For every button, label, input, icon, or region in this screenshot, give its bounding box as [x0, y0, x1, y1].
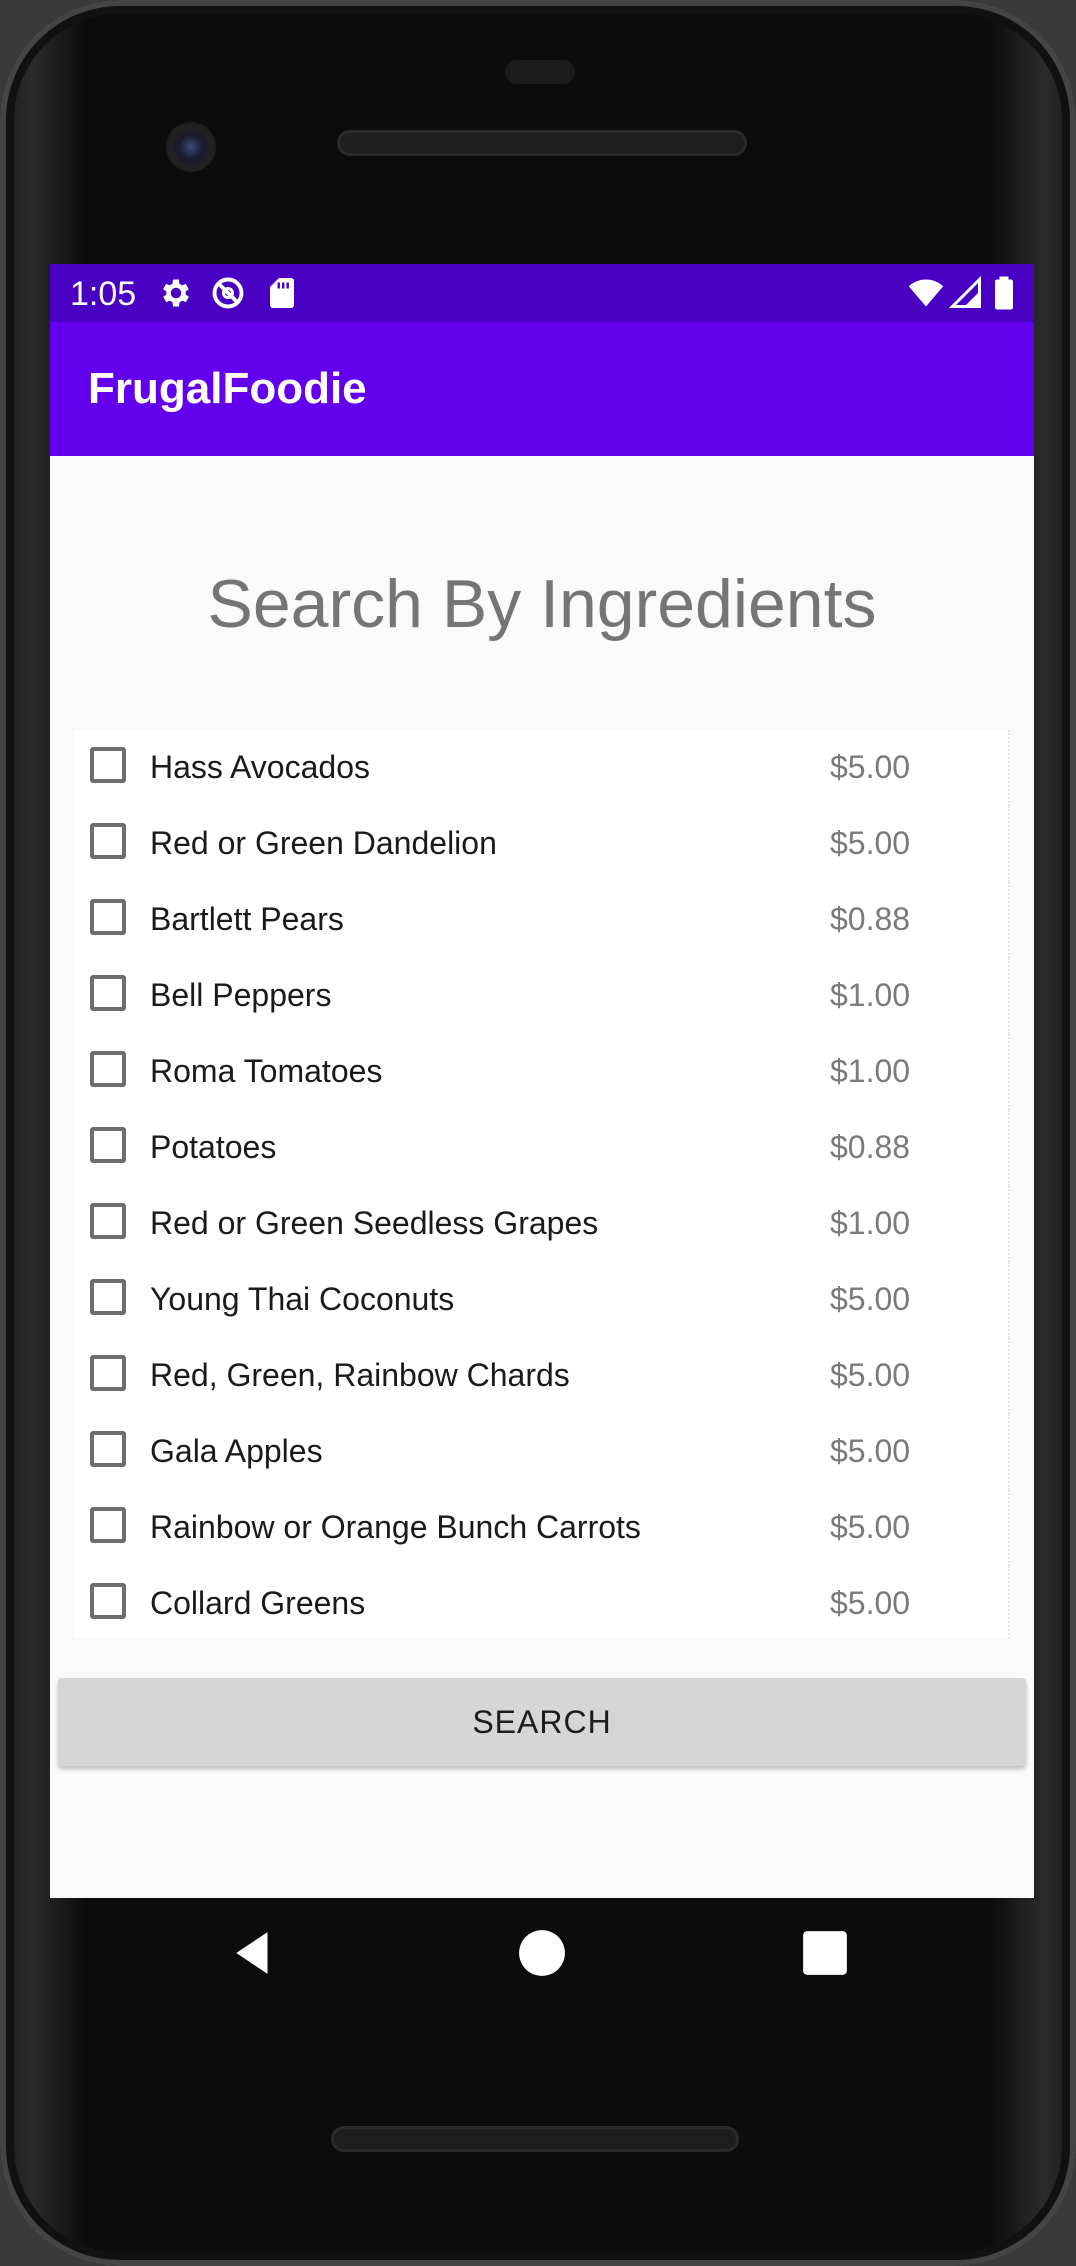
- ingredient-name[interactable]: Hass Avocados: [150, 747, 370, 787]
- ingredient-checkbox[interactable]: [90, 1279, 126, 1315]
- ingredient-price: $1.00: [830, 1053, 911, 1089]
- ingredient-name[interactable]: Red, Green, Rainbow Chards: [150, 1355, 570, 1395]
- ingredient-price: $0.88: [830, 1129, 911, 1165]
- ingredient-price: $1.00: [830, 1205, 911, 1241]
- ingredient-name[interactable]: Roma Tomatoes: [150, 1051, 382, 1091]
- ingredient-row[interactable]: Young Thai Coconuts $5.00: [74, 1262, 1010, 1338]
- ingredient-checkbox[interactable]: [90, 823, 126, 859]
- ingredient-price: $5.00: [830, 1585, 911, 1621]
- ingredient-row[interactable]: Bartlett Pears $0.88: [74, 882, 1010, 958]
- back-icon[interactable]: [230, 1928, 280, 1978]
- ingredient-row[interactable]: Rainbow or Orange Bunch Carrots $5.00: [74, 1490, 1010, 1566]
- ingredient-row[interactable]: Potatoes $0.88: [74, 1110, 1010, 1186]
- ingredient-price: $5.00: [830, 1357, 911, 1393]
- recents-icon[interactable]: [800, 1928, 850, 1978]
- status-bar: 1:05: [50, 264, 1034, 322]
- home-icon[interactable]: [517, 1928, 567, 1978]
- screen: 1:05 FrugalFoodie Search By Ingredients …: [50, 264, 1034, 1898]
- ingredient-name[interactable]: Red or Green Dandelion: [150, 823, 497, 863]
- earpiece-speaker: [337, 130, 747, 156]
- ingredient-price: $5.00: [830, 825, 911, 861]
- ingredient-name[interactable]: Red or Green Seedless Grapes: [150, 1203, 598, 1243]
- ingredient-checkbox[interactable]: [90, 1507, 126, 1543]
- ingredient-price: $5.00: [830, 1433, 911, 1469]
- proximity-sensor: [505, 60, 575, 84]
- ingredient-price: $0.88: [830, 901, 911, 937]
- app-bar: FrugalFoodie: [50, 322, 1034, 456]
- ingredient-checkbox[interactable]: [90, 1583, 126, 1619]
- do-not-disturb-icon: [212, 277, 244, 309]
- ingredient-checkbox[interactable]: [90, 747, 126, 783]
- ingredient-name[interactable]: Collard Greens: [150, 1583, 365, 1623]
- status-time: 1:05: [70, 275, 137, 313]
- ingredient-row[interactable]: Red, Green, Rainbow Chards $5.00: [74, 1338, 1010, 1414]
- bottom-speaker: [331, 2126, 739, 2152]
- ingredient-price: $1.00: [830, 977, 911, 1013]
- ingredient-checkbox[interactable]: [90, 1127, 126, 1163]
- search-button[interactable]: SEARCH: [58, 1678, 1026, 1766]
- ingredient-row[interactable]: Bell Peppers $1.00: [74, 958, 1010, 1034]
- ingredient-row[interactable]: Roma Tomatoes $1.00: [74, 1034, 1010, 1110]
- ingredient-row[interactable]: Hass Avocados $5.00: [74, 730, 1010, 806]
- ingredient-name[interactable]: Potatoes: [150, 1127, 276, 1167]
- ingredient-checkbox[interactable]: [90, 899, 126, 935]
- ingredient-checkbox[interactable]: [90, 1051, 126, 1087]
- gear-icon: [163, 279, 189, 307]
- front-camera-icon: [166, 122, 216, 172]
- phone-frame: 1:05 FrugalFoodie Search By Ingredients …: [0, 0, 1076, 2266]
- app-title: FrugalFoodie: [88, 364, 367, 413]
- wifi-icon: [908, 279, 944, 307]
- ingredient-checkbox[interactable]: [90, 1355, 126, 1391]
- ingredient-price: $5.00: [830, 1281, 911, 1317]
- sd-card-icon: [270, 278, 294, 308]
- ingredient-list[interactable]: Hass Avocados $5.00 Red or Green Dandeli…: [74, 730, 1010, 1638]
- ingredient-checkbox[interactable]: [90, 1431, 126, 1467]
- ingredient-name[interactable]: Young Thai Coconuts: [150, 1279, 454, 1319]
- ingredient-row[interactable]: Red or Green Dandelion $5.00: [74, 806, 1010, 882]
- ingredient-price: $5.00: [830, 749, 911, 785]
- ingredient-row[interactable]: Gala Apples $5.00: [74, 1414, 1010, 1490]
- ingredient-row[interactable]: Collard Greens $5.00: [74, 1566, 1010, 1638]
- ingredient-name[interactable]: Bell Peppers: [150, 975, 331, 1015]
- ingredient-price: $5.00: [830, 1509, 911, 1545]
- ingredient-checkbox[interactable]: [90, 1203, 126, 1239]
- battery-icon: [995, 276, 1013, 310]
- signal-icon: [948, 275, 981, 308]
- ingredient-name[interactable]: Gala Apples: [150, 1431, 323, 1471]
- ingredient-name[interactable]: Rainbow or Orange Bunch Carrots: [150, 1507, 641, 1547]
- ingredient-row[interactable]: Red or Green Seedless Grapes $1.00: [74, 1186, 1010, 1262]
- ingredient-name[interactable]: Bartlett Pears: [150, 899, 344, 939]
- ingredient-checkbox[interactable]: [90, 975, 126, 1011]
- page-title: Search By Ingredients: [207, 566, 877, 642]
